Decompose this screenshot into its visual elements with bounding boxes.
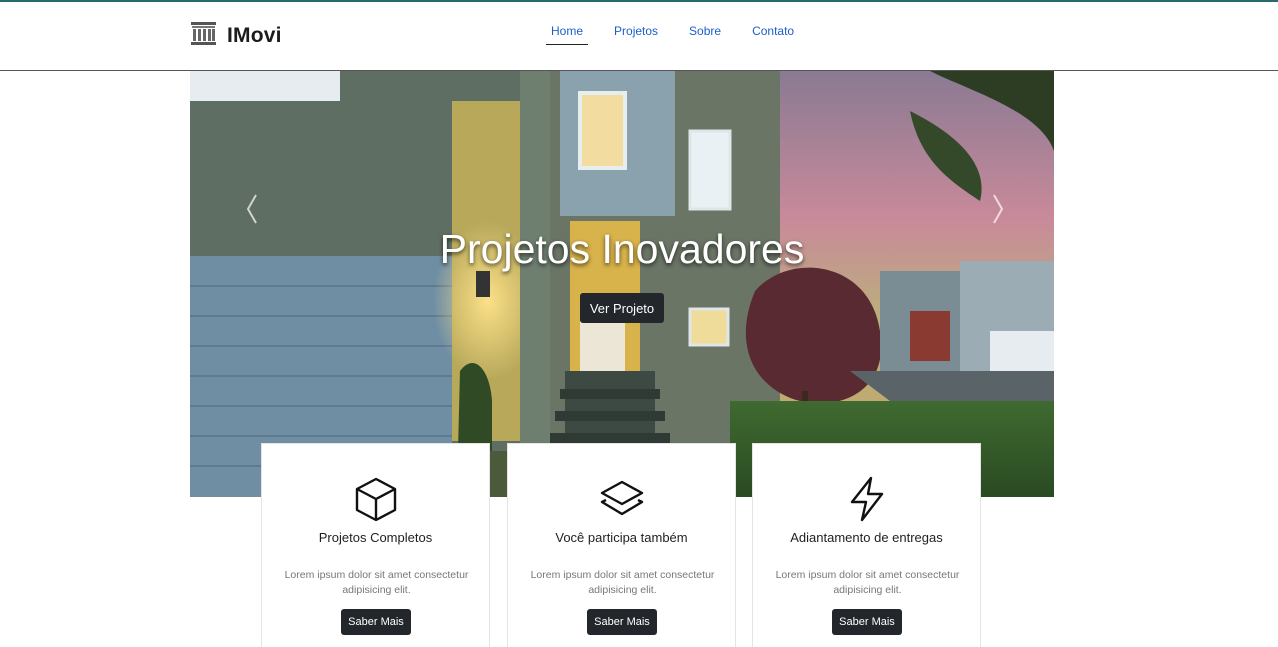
- layers-icon: [508, 476, 735, 522]
- ver-projeto-button[interactable]: Ver Projeto: [580, 293, 664, 323]
- feature-text: Lorem ipsum dolor sit amet consectetur a…: [284, 569, 469, 596]
- chevron-left-icon[interactable]: [242, 191, 264, 227]
- navbar: IMovi Home Projetos Sobre Contato: [0, 2, 1278, 71]
- hero-carousel: Projetos Inovadores Ver Projeto: [190, 71, 1054, 497]
- saber-mais-button[interactable]: Saber Mais: [587, 609, 657, 635]
- brand-name: IMovi: [227, 24, 282, 47]
- nav-contato[interactable]: Contato: [752, 24, 794, 44]
- brand[interactable]: IMovi: [190, 20, 282, 52]
- nav-projetos[interactable]: Projetos: [614, 24, 658, 44]
- feature-title: Projetos Completos: [318, 530, 433, 545]
- saber-mais-button[interactable]: Saber Mais: [341, 609, 411, 635]
- saber-mais-button[interactable]: Saber Mais: [832, 609, 902, 635]
- nav-home[interactable]: Home: [546, 24, 589, 45]
- lightning-icon: [753, 476, 980, 522]
- feature-title: Adiantamento de entregas: [790, 530, 943, 545]
- nav-sobre[interactable]: Sobre: [689, 24, 721, 44]
- cube-icon: [262, 476, 489, 522]
- hero-house-image: [190, 71, 1054, 497]
- feature-card: Você participa também Lorem ipsum dolor …: [507, 443, 736, 647]
- feature-card: Projetos Completos Lorem ipsum dolor sit…: [261, 443, 490, 647]
- feature-title: Você participa também: [555, 530, 688, 545]
- feature-card: Adiantamento de entregas Lorem ipsum dol…: [752, 443, 981, 647]
- feature-text: Lorem ipsum dolor sit amet consectetur a…: [530, 569, 715, 596]
- building-columns-icon: [190, 20, 217, 52]
- hero-title: Projetos Inovadores: [439, 226, 805, 272]
- feature-text: Lorem ipsum dolor sit amet consectetur a…: [775, 569, 960, 596]
- chevron-right-icon[interactable]: [986, 191, 1008, 227]
- main-nav: Home Projetos Sobre Contato: [546, 24, 825, 45]
